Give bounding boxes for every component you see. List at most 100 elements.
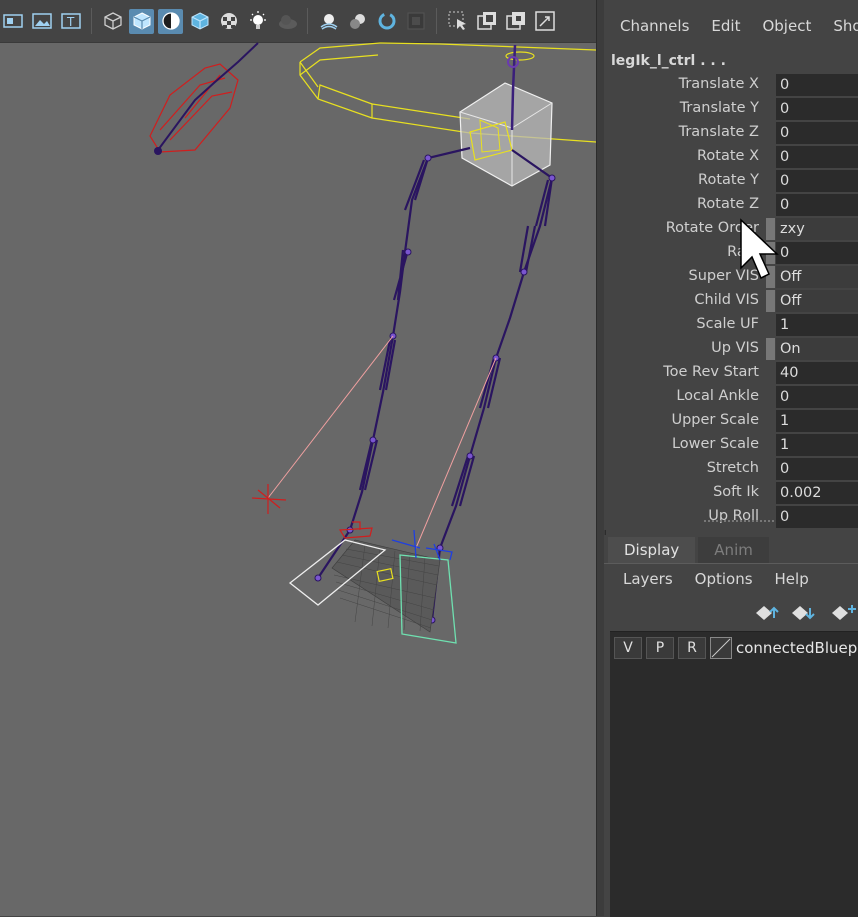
scene-view[interactable] (0, 42, 596, 916)
viewport-panel[interactable]: T (0, 0, 596, 916)
attr-label[interactable]: Up VIS (711, 340, 759, 356)
motion-blur-icon[interactable] (345, 9, 370, 34)
camera-attributes-icon[interactable] (0, 9, 25, 34)
attr-value-field[interactable]: 0 (776, 146, 858, 168)
attr-label[interactable]: Lower Scale (672, 436, 759, 452)
attr-value-field[interactable]: 0 (776, 386, 858, 408)
attr-value-field[interactable]: 1 (776, 434, 858, 456)
layer-editor-menubar: Layers Options Help (604, 564, 858, 594)
attr-value-field[interactable]: 0 (776, 506, 858, 528)
attr-row-translate-x[interactable]: Translate X 0 (604, 73, 858, 97)
attr-row-rotate-z[interactable]: Rotate Z 0 (604, 193, 858, 217)
attr-row-radi[interactable]: Radi 0 (604, 241, 858, 265)
attr-row-stretch[interactable]: Stretch 0 (604, 457, 858, 481)
attr-row-rotate-x[interactable]: Rotate X 0 (604, 145, 858, 169)
layer-row[interactable]: V P R connectedBluepri (610, 636, 858, 660)
attr-row-soft-ik[interactable]: Soft Ik 0.002 (604, 481, 858, 505)
smooth-shade-cube-icon[interactable] (129, 8, 154, 34)
attr-value-field[interactable]: 40 (776, 362, 858, 384)
checker-icon[interactable] (216, 9, 241, 34)
channel-box-resize-handle[interactable] (704, 520, 774, 528)
menu-help[interactable]: Help (775, 570, 809, 588)
right-leg-joints (430, 149, 554, 621)
menu-edit[interactable]: Edit (711, 17, 740, 38)
attr-label[interactable]: Rotate Y (698, 172, 759, 188)
attr-label[interactable]: Toe Rev Start (663, 364, 759, 380)
attr-row-translate-y[interactable]: Translate Y 0 (604, 97, 858, 121)
attr-enum-field[interactable]: zxy (776, 218, 858, 240)
shade-wire-icon[interactable] (158, 8, 183, 34)
layer-name[interactable]: connectedBluepri (736, 639, 858, 657)
layer-playback-toggle[interactable]: P (646, 637, 674, 659)
move-layer-up-icon[interactable] (754, 604, 780, 622)
layer-visibility-toggle[interactable]: V (614, 637, 642, 659)
tab-anim[interactable]: Anim (698, 537, 769, 563)
toolbar-separator (436, 8, 437, 34)
attr-value-field[interactable]: 0.002 (776, 482, 858, 504)
attr-value-field[interactable]: 0 (776, 242, 858, 264)
attr-value-field[interactable]: 1 (776, 410, 858, 432)
attr-label[interactable]: Upper Scale (671, 412, 759, 428)
attr-row-up-vis[interactable]: Up VIS On (604, 337, 858, 361)
tab-display[interactable]: Display (608, 537, 696, 563)
menu-layers[interactable]: Layers (623, 570, 673, 588)
attr-value-field[interactable]: 0 (776, 122, 858, 144)
attr-row-rotate-order[interactable]: Rotate Order zxy (604, 217, 858, 241)
attr-label[interactable]: Translate Z (679, 124, 759, 140)
light-bulb-icon[interactable] (245, 9, 270, 34)
menu-object[interactable]: Object (762, 17, 811, 38)
resolution-gate-icon[interactable] (532, 9, 557, 34)
attr-label[interactable]: Translate Y (680, 100, 759, 116)
aa-icon[interactable] (374, 9, 399, 34)
attr-row-upper-scale[interactable]: Upper Scale 1 (604, 409, 858, 433)
attr-label[interactable]: Soft Ik (713, 484, 759, 500)
select-camera-icon[interactable] (445, 9, 470, 34)
menu-show[interactable]: Sho (833, 17, 858, 38)
isolate-icon[interactable] (403, 9, 428, 34)
attr-label[interactable]: Stretch (707, 460, 759, 476)
attr-enum-field[interactable]: Off (776, 266, 858, 288)
attr-row-scale-uf[interactable]: Scale UF 1 (604, 313, 858, 337)
attr-label[interactable]: Scale UF (696, 316, 759, 332)
wireframe-cube-icon[interactable] (100, 9, 125, 34)
layer-editor: Display Anim Layers Options Help V P R c… (604, 535, 858, 917)
attr-row-child-vis[interactable]: Child VIS Off (604, 289, 858, 313)
layer-display-type-toggle[interactable]: R (678, 637, 706, 659)
layer-list: V P R connectedBluepri (610, 631, 858, 917)
image-plane-icon[interactable] (29, 9, 54, 34)
attr-enum-field[interactable]: On (776, 338, 858, 360)
ao-icon[interactable] (316, 9, 341, 34)
attr-value-field[interactable]: 0 (776, 458, 858, 480)
shadow-icon[interactable] (274, 9, 299, 34)
attr-value-field[interactable]: 0 (776, 170, 858, 192)
new-layer-icon[interactable] (830, 604, 856, 622)
attr-row-lower-scale[interactable]: Lower Scale 1 (604, 433, 858, 457)
attr-label[interactable]: Rotate Z (697, 196, 759, 212)
attr-label[interactable]: Child VIS (694, 292, 759, 308)
attr-enum-field[interactable]: Off (776, 290, 858, 312)
attr-row-translate-z[interactable]: Translate Z 0 (604, 121, 858, 145)
layer-color-swatch[interactable] (710, 637, 732, 659)
attr-row-super-vis[interactable]: Super VIS Off (604, 265, 858, 289)
menu-channels[interactable]: Channels (620, 17, 689, 38)
pole-vector-line-right (415, 357, 497, 549)
attr-row-rotate-y[interactable]: Rotate Y 0 (604, 169, 858, 193)
attr-value-field[interactable]: 1 (776, 314, 858, 336)
attr-row-toe-rev-start[interactable]: Toe Rev Start 40 (604, 361, 858, 385)
text-icon[interactable]: T (58, 9, 83, 34)
frame-selected-icon[interactable] (503, 9, 528, 34)
attr-row-local-ankle[interactable]: Local Ankle 0 (604, 385, 858, 409)
attr-value-field[interactable]: 0 (776, 74, 858, 96)
attr-label[interactable]: Translate X (679, 76, 759, 92)
attr-label[interactable]: Local Ankle (676, 388, 759, 404)
attr-label[interactable]: Rotate X (697, 148, 759, 164)
attr-value-field[interactable]: 0 (776, 98, 858, 120)
move-layer-down-icon[interactable] (790, 604, 816, 622)
frame-all-icon[interactable] (474, 9, 499, 34)
selected-object-name[interactable]: legIk_l_ctrl . . . (611, 53, 858, 73)
viewport-toolbar: T (0, 0, 596, 43)
attr-value-field[interactable]: 0 (776, 194, 858, 216)
xray-cube-icon[interactable] (187, 9, 212, 34)
pole-vector-line-left (267, 335, 394, 499)
menu-options[interactable]: Options (695, 570, 753, 588)
